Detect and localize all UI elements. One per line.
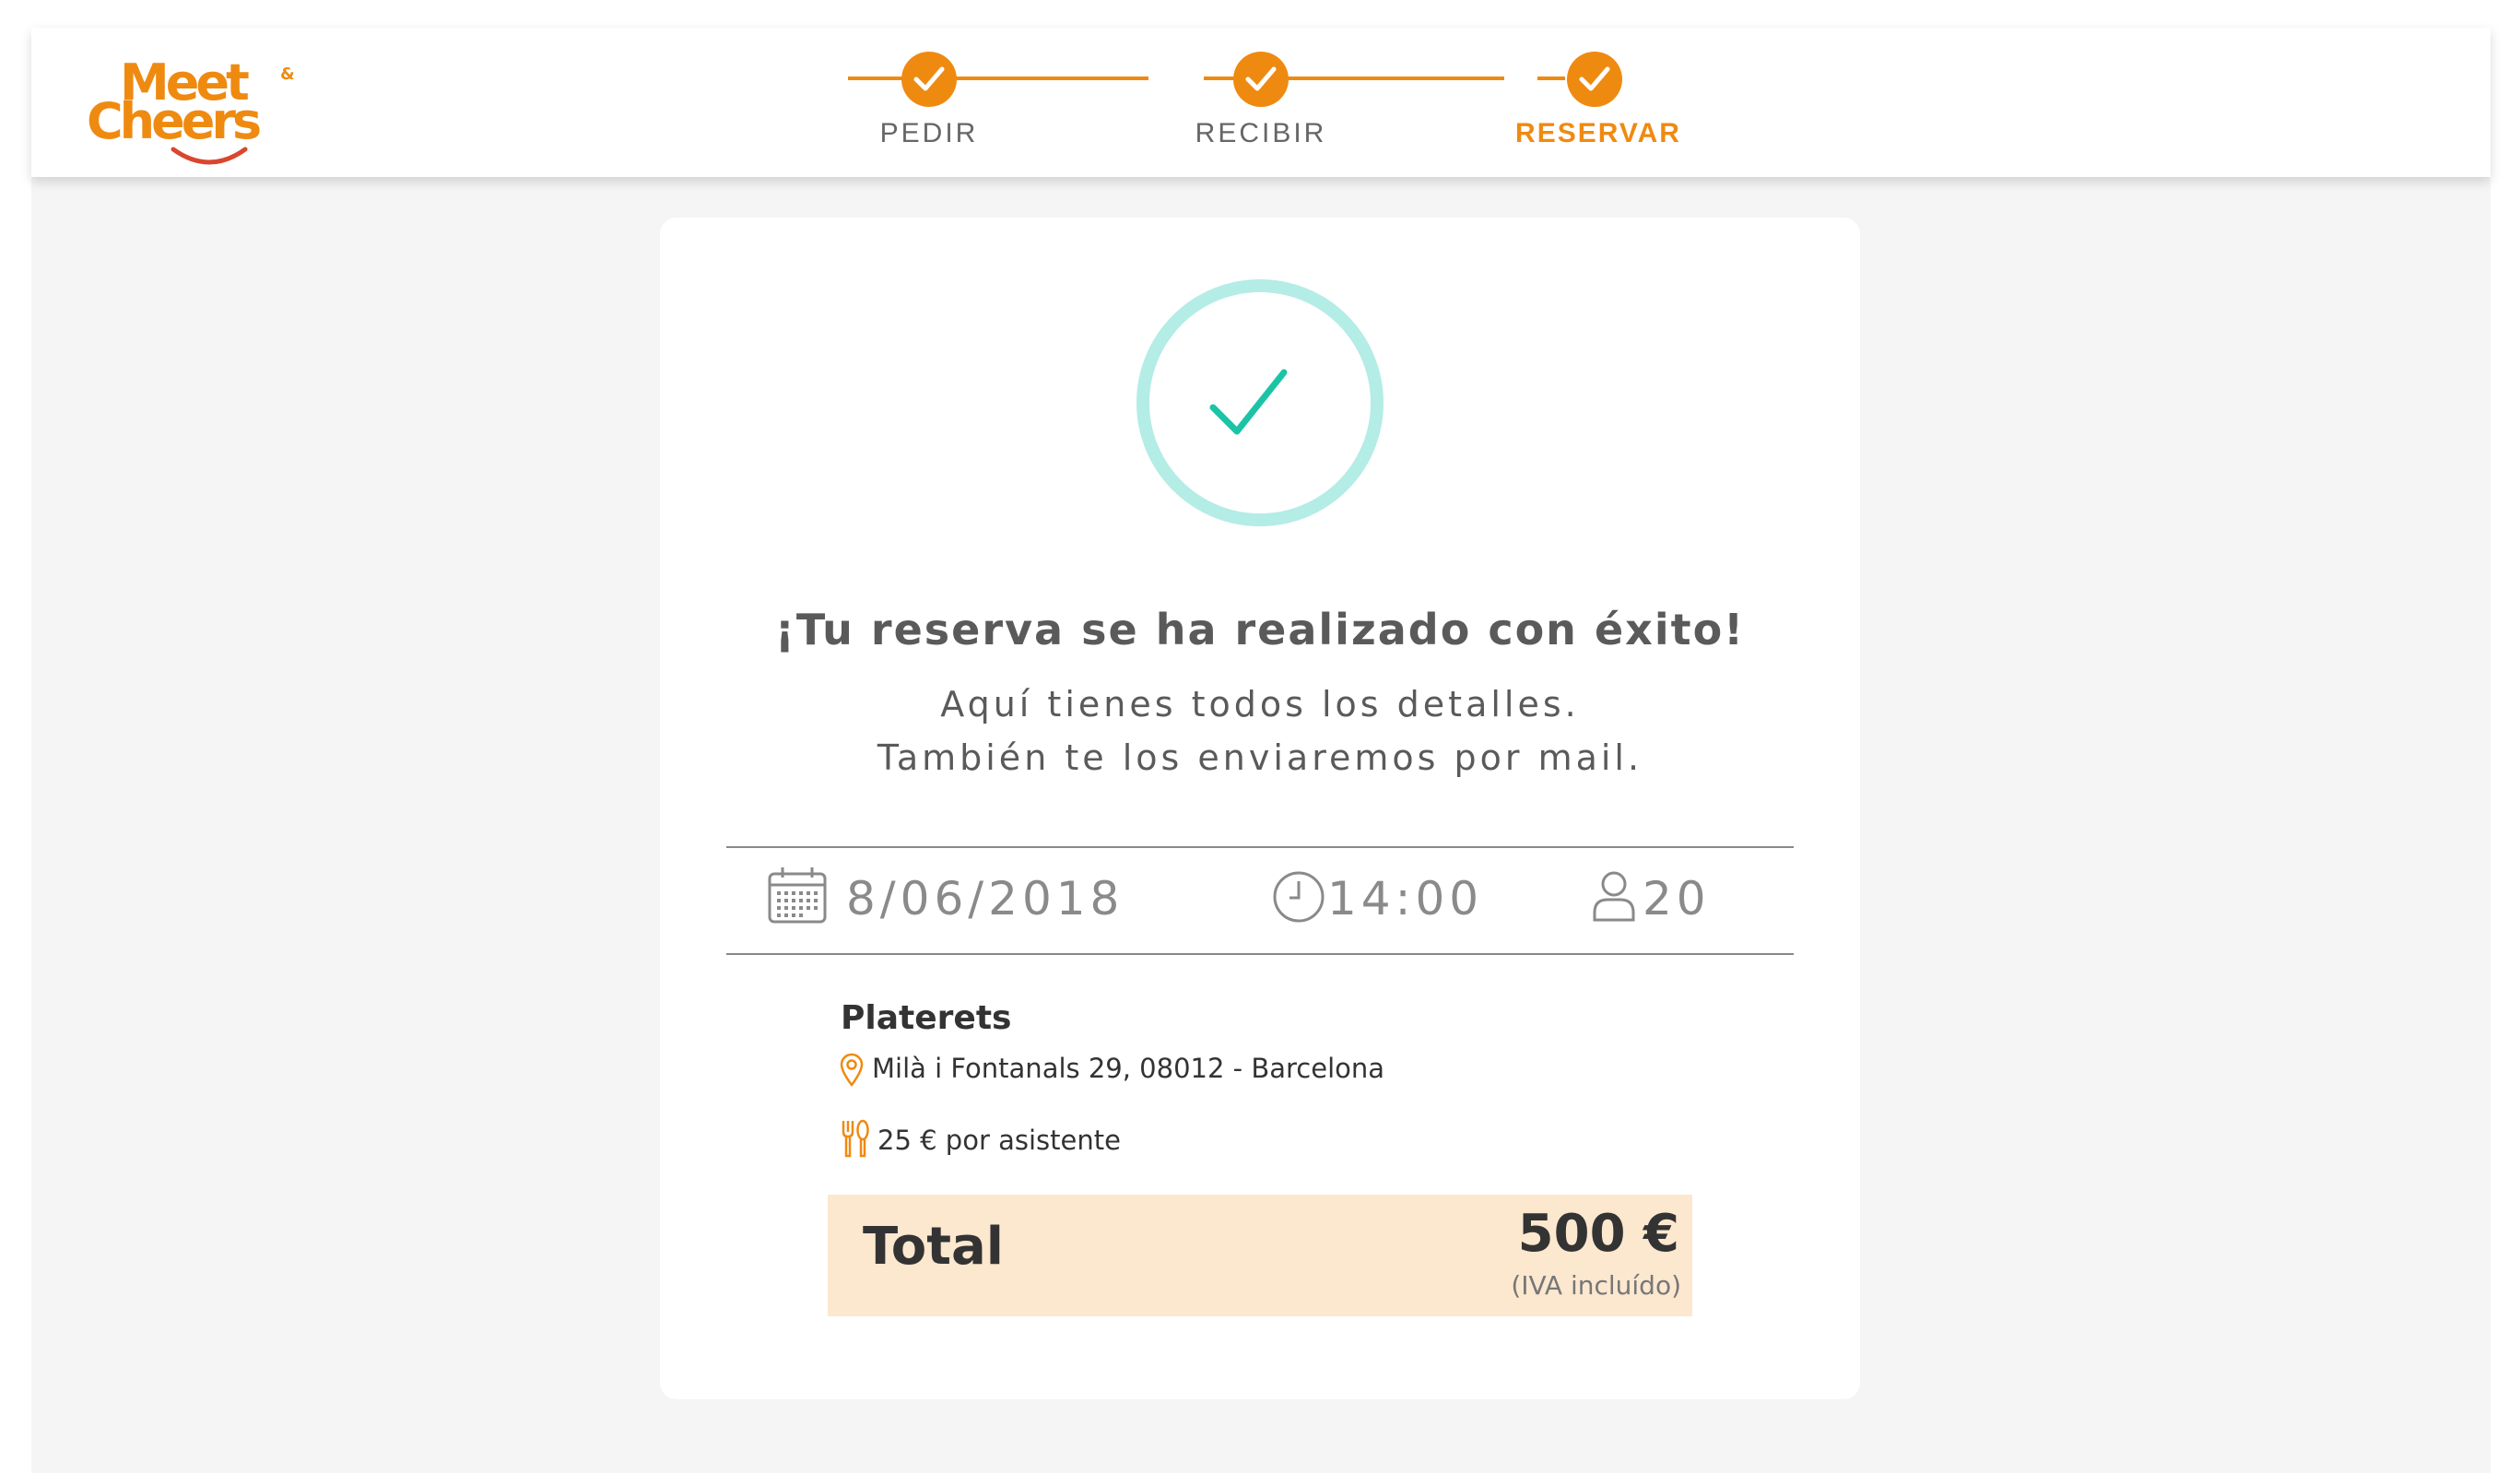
booking-guests: 20 (1591, 868, 1738, 929)
header: Meet & Cheers PEDIR RECIBIR RESERVAR (31, 28, 2491, 177)
divider-top (726, 846, 1794, 848)
confirmation-title: ¡Tu reserva se ha realizado con éxito! (774, 605, 1746, 654)
clock-icon (1273, 871, 1325, 923)
venue-address: Milà i Fontanals 29, 08012 - Barcelona (872, 1053, 1385, 1084)
progress-steps: PEDIR RECIBIR RESERVAR (31, 28, 2491, 177)
step-label-recibir[interactable]: RECIBIR (1123, 118, 1399, 149)
step-label-reservar[interactable]: RESERVAR (1460, 118, 1737, 149)
step-connector (848, 77, 1148, 80)
booking-time: 14:00 (1272, 868, 1512, 929)
divider-bottom (726, 953, 1794, 955)
booking-date-text: 8/06/2018 (846, 872, 1125, 925)
total-amount: 500 € (1517, 1204, 1679, 1264)
booking-guests-text: 20 (1643, 872, 1711, 925)
user-icon (1593, 871, 1635, 922)
booking-date: 8/06/2018 (767, 867, 1172, 929)
step-connector (1537, 77, 1565, 80)
confirmation-card: ¡Tu reserva se ha realizado con éxito! A… (660, 218, 1860, 1399)
step-2-check-icon[interactable] (1233, 52, 1289, 107)
location-pin-icon (840, 1053, 864, 1087)
confirmation-subtitle-1: Aquí tienes todos los detalles. (940, 684, 1580, 725)
confirmation-subtitle-2: También te los enviaremos por mail. (877, 737, 1643, 778)
step-1-check-icon[interactable] (901, 52, 957, 107)
total-vat-note: (IVA incluído) (1511, 1270, 1681, 1301)
cutlery-icon (842, 1119, 869, 1158)
booking-time-text: 14:00 (1327, 872, 1484, 925)
venue-price-per-person: 25 € por asistente (877, 1125, 1121, 1156)
total-box: Total 500 € (IVA incluído) (828, 1195, 1692, 1316)
step-3-check-icon[interactable] (1567, 52, 1622, 107)
calendar-icon (768, 867, 827, 924)
total-label: Total (863, 1217, 1004, 1277)
venue-name: Platerets (841, 999, 1012, 1037)
success-check-icon (1136, 279, 1384, 526)
step-label-pedir[interactable]: PEDIR (791, 118, 1067, 149)
